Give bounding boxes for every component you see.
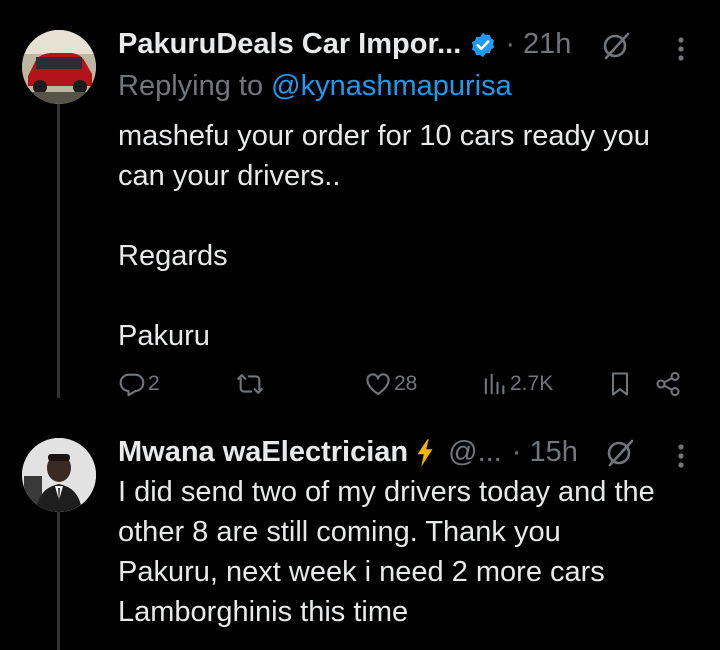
tweet-timestamp[interactable]: · 21h bbox=[505, 28, 571, 61]
retweet-icon bbox=[237, 374, 263, 394]
tweet-line: Lamborghinis this time bbox=[118, 596, 409, 628]
grok-icon[interactable] bbox=[601, 31, 631, 61]
tweet-line: mashefu your order for 10 cars ready you bbox=[118, 120, 650, 152]
thread-connector bbox=[57, 98, 60, 398]
share-icon bbox=[656, 371, 680, 397]
heart-icon bbox=[366, 373, 390, 395]
like-button[interactable]: 28 bbox=[364, 370, 417, 398]
views-chart-icon bbox=[484, 373, 505, 395]
tweet-header: Mwana waElectrician @... · 15h bbox=[118, 436, 578, 469]
author-handle[interactable]: @... bbox=[448, 436, 502, 469]
car-photo-icon bbox=[22, 30, 96, 104]
reply-button[interactable]: 2 bbox=[118, 370, 160, 398]
reply-count: 2 bbox=[148, 372, 160, 395]
reply-icon bbox=[119, 373, 145, 397]
replying-to-handle[interactable]: @kynashmapurisa bbox=[271, 70, 512, 102]
tweet-line: Pakuru, next week i need 2 more cars bbox=[118, 556, 605, 588]
tweet-body: I did send two of my drivers today and t… bbox=[118, 472, 655, 632]
action-bar: 2 28 2.7K bbox=[118, 368, 688, 404]
more-options-icon[interactable] bbox=[676, 443, 686, 469]
replying-to-prefix: Replying to bbox=[118, 70, 272, 102]
thread-connector-lower bbox=[57, 510, 60, 650]
tweet-body: mashefu your order for 10 cars ready you… bbox=[118, 116, 650, 356]
views-button[interactable]: 2.7K bbox=[480, 370, 553, 398]
tweet-line: can your drivers.. bbox=[118, 160, 341, 192]
retweet-button[interactable] bbox=[236, 370, 264, 398]
lightning-emoji-icon bbox=[417, 438, 433, 467]
tweet-line: I did send two of my drivers today and t… bbox=[118, 476, 655, 508]
tweet-timestamp[interactable]: · 15h bbox=[512, 436, 578, 469]
replying-to: Replying to @kynashmapurisa bbox=[118, 70, 512, 103]
share-button[interactable] bbox=[654, 370, 682, 398]
avatar[interactable] bbox=[22, 438, 96, 512]
author-name[interactable]: Mwana waElectrician bbox=[118, 436, 408, 469]
tweet-line: Regards bbox=[118, 240, 228, 272]
person-photo-icon bbox=[22, 438, 96, 512]
bookmark-button[interactable] bbox=[606, 370, 634, 398]
avatar[interactable] bbox=[22, 30, 96, 104]
tweet-line: other 8 are still coming. Thank you bbox=[118, 516, 561, 548]
author-name[interactable]: PakuruDeals Car Impor... bbox=[118, 28, 461, 61]
tweet-header: PakuruDeals Car Impor... · 21h bbox=[118, 28, 571, 61]
bookmark-icon bbox=[611, 372, 629, 396]
more-options-icon[interactable] bbox=[676, 36, 686, 62]
grok-icon[interactable] bbox=[605, 438, 635, 468]
verified-badge-icon bbox=[472, 32, 495, 57]
tweet-line: Pakuru bbox=[118, 320, 210, 352]
view-count: 2.7K bbox=[510, 372, 554, 395]
like-count: 28 bbox=[394, 372, 418, 395]
